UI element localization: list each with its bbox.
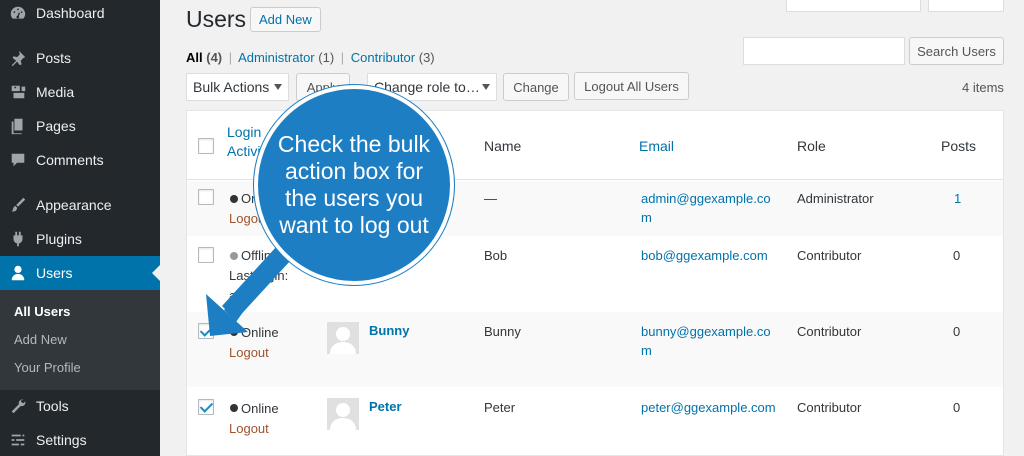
user-icon — [0, 264, 36, 282]
menu-label: Settings — [36, 432, 87, 448]
menu-posts[interactable]: Posts — [0, 41, 160, 75]
pages-icon — [0, 117, 36, 135]
comment-icon — [0, 151, 36, 169]
table-row: Online Logout Bunny Bunny bunny@ggexampl… — [187, 312, 1003, 387]
menu-label: Tools — [36, 398, 69, 414]
menu-label: Plugins — [36, 231, 82, 247]
user-posts[interactable]: 1 — [954, 191, 961, 206]
help-tab[interactable] — [928, 0, 1004, 12]
search-input[interactable] — [743, 37, 905, 65]
page-title: Users — [186, 6, 247, 32]
login-status: Online — [241, 401, 279, 416]
admin-sidebar: Dashboard Posts Media Pages Comments App… — [0, 0, 160, 456]
bulk-actions-select[interactable]: Bulk Actions — [186, 73, 289, 101]
user-posts: 0 — [953, 248, 961, 263]
settings-icon — [0, 431, 36, 449]
menu-label: Posts — [36, 50, 72, 66]
menu-plugins[interactable]: Plugins — [0, 222, 160, 256]
callout-bubble: Check the bulk action box for the users … — [254, 85, 454, 285]
filter-all[interactable]: All (4) — [186, 50, 222, 65]
online-status-icon — [230, 195, 238, 203]
user-name: Bob — [484, 248, 508, 263]
filter-contributor[interactable]: Contributor (3) — [351, 50, 435, 65]
menu-appearance[interactable]: Appearance — [0, 188, 160, 222]
menu-media[interactable]: Media — [0, 75, 160, 109]
column-name[interactable]: Name — [484, 138, 521, 154]
search-users-button[interactable]: Search Users — [909, 37, 1004, 65]
user-email[interactable]: bob@ggexample.com — [641, 246, 821, 265]
user-email[interactable]: bunny@ggexample.com — [641, 322, 776, 360]
menu-label: Media — [36, 84, 75, 100]
user-name: Bunny — [484, 324, 521, 339]
callout-text: Check the bulk action box for the users … — [277, 131, 431, 238]
submenu-all-users[interactable]: All Users — [14, 304, 70, 319]
avatar — [327, 398, 359, 430]
column-role: Role — [797, 138, 826, 154]
menu-comments[interactable]: Comments — [0, 143, 160, 177]
user-role: Contributor — [797, 248, 862, 263]
default-avatar-icon — [327, 322, 359, 354]
menu-dashboard[interactable]: Dashboard — [0, 0, 160, 30]
user-email[interactable]: admin@ggexample.com — [641, 189, 776, 227]
user-name: Peter — [484, 400, 516, 415]
row-checkbox[interactable] — [198, 189, 214, 205]
user-role: Contributor — [797, 400, 862, 415]
avatar — [327, 322, 359, 354]
menu-users[interactable]: Users — [0, 256, 160, 290]
menu-label: Comments — [36, 152, 104, 168]
user-role: Contributor — [797, 324, 862, 339]
user-email[interactable]: peter@ggexample.com — [641, 398, 821, 417]
separator: | — [228, 50, 233, 65]
user-posts: 0 — [953, 400, 961, 415]
menu-label: Pages — [36, 118, 76, 134]
current-menu-arrow — [152, 265, 160, 281]
menu-tools[interactable]: Tools — [0, 389, 160, 423]
users-submenu: All Users Add New Your Profile — [0, 290, 160, 390]
separator: | — [340, 50, 345, 65]
submenu-your-profile[interactable]: Your Profile — [14, 360, 81, 375]
menu-label: Dashboard — [36, 5, 105, 21]
screen-options-tab[interactable] — [786, 0, 921, 12]
row-checkbox[interactable] — [198, 399, 214, 415]
items-count: 4 items — [962, 80, 1004, 95]
logout-link[interactable]: Logout — [229, 345, 269, 360]
user-role: Administrator — [797, 191, 874, 206]
filter-administrator[interactable]: Administrator (1) — [238, 50, 334, 65]
user-name: — — [484, 191, 497, 206]
submenu-add-new[interactable]: Add New — [14, 332, 67, 347]
logout-all-users-button[interactable]: Logout All Users — [574, 72, 689, 100]
menu-label: Appearance — [36, 197, 112, 213]
menu-settings[interactable]: Settings — [0, 423, 160, 456]
table-row: Online Logout Peter Peter peter@ggexampl… — [187, 388, 1003, 455]
pin-icon — [0, 49, 36, 67]
column-posts[interactable]: Posts — [941, 138, 976, 154]
bulk-actions-value: Bulk Actions — [193, 79, 270, 95]
default-avatar-icon — [327, 398, 359, 430]
column-email[interactable]: Email — [639, 138, 674, 154]
plugin-icon — [0, 230, 36, 248]
username-link[interactable]: Bunny — [369, 323, 409, 338]
user-posts: 0 — [953, 324, 961, 339]
change-button[interactable]: Change — [503, 73, 569, 101]
paintbrush-icon — [0, 196, 36, 214]
media-icon — [0, 83, 36, 101]
user-role-filters: All (4) | Administrator (1) | Contributo… — [186, 50, 435, 65]
chevron-down-icon — [482, 84, 490, 90]
online-status-icon — [230, 404, 238, 412]
chevron-down-icon — [274, 84, 282, 90]
select-all-checkbox[interactable] — [198, 138, 214, 154]
menu-pages[interactable]: Pages — [0, 109, 160, 143]
username-link[interactable]: Peter — [369, 399, 402, 414]
menu-label: Users — [36, 265, 73, 281]
wrench-icon — [0, 397, 36, 415]
logout-link[interactable]: Logout — [229, 421, 269, 436]
add-new-button[interactable]: Add New — [250, 7, 321, 32]
dashboard-icon — [0, 4, 36, 22]
